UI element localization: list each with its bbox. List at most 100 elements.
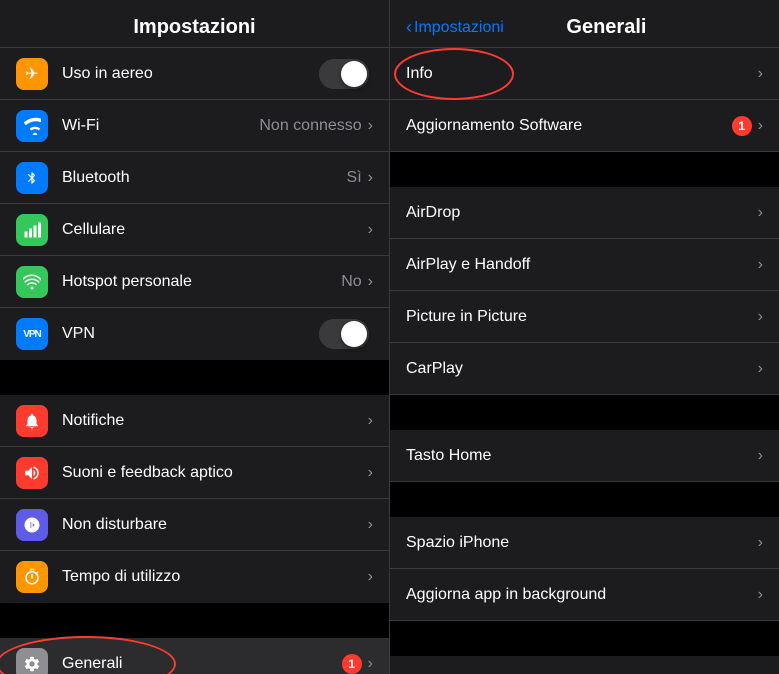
toggle-knob bbox=[341, 61, 367, 87]
right-divider-2 bbox=[390, 395, 779, 430]
wifi-label: Wi-Fi bbox=[62, 117, 259, 135]
row-tastohome[interactable]: Tasto Home › bbox=[390, 430, 779, 482]
row-data-ora[interactable]: Data e ora › bbox=[390, 656, 779, 674]
back-button[interactable]: ‹ Impostazioni bbox=[406, 17, 504, 38]
row-airdrop[interactable]: AirDrop › bbox=[390, 187, 779, 239]
nondisturbare-label: Non disturbare bbox=[62, 516, 368, 534]
aggiorna-bg-chevron: › bbox=[758, 586, 763, 604]
notifiche-chevron: › bbox=[368, 412, 373, 430]
notifiche-label: Notifiche bbox=[62, 412, 368, 430]
tempo-chevron: › bbox=[368, 568, 373, 586]
row-carplay[interactable]: CarPlay › bbox=[390, 343, 779, 395]
row-hotspot[interactable]: Hotspot personale No › bbox=[0, 256, 389, 308]
hotspot-value: No bbox=[341, 273, 361, 291]
aggiornamento-label: Aggiornamento Software bbox=[406, 117, 732, 135]
tempo-label: Tempo di utilizzo bbox=[62, 568, 368, 586]
row-airplay[interactable]: AirPlay e Handoff › bbox=[390, 239, 779, 291]
hotspot-label: Hotspot personale bbox=[62, 273, 341, 291]
cellular-chevron: › bbox=[368, 221, 373, 239]
row-tempo[interactable]: Tempo di utilizzo › bbox=[0, 551, 389, 603]
airplane-icon: ✈ bbox=[16, 58, 48, 90]
row-bluetooth[interactable]: Bluetooth Sì › bbox=[0, 152, 389, 204]
right-title: Generali bbox=[566, 16, 646, 39]
bluetooth-icon bbox=[16, 162, 48, 194]
tastohome-chevron: › bbox=[758, 447, 763, 465]
airdrop-chevron: › bbox=[758, 204, 763, 222]
notifiche-icon bbox=[16, 405, 48, 437]
tempo-icon bbox=[16, 561, 48, 593]
spazio-chevron: › bbox=[758, 534, 763, 552]
vpn-label: VPN bbox=[62, 325, 319, 343]
divider-2 bbox=[0, 603, 389, 638]
cellular-icon bbox=[16, 214, 48, 246]
hotspot-chevron: › bbox=[368, 273, 373, 291]
row-aggiorna-bg[interactable]: Aggiorna app in background › bbox=[390, 569, 779, 621]
info-chevron: › bbox=[758, 65, 763, 83]
back-label: Impostazioni bbox=[414, 19, 504, 37]
right-divider-4 bbox=[390, 621, 779, 656]
hotspot-icon bbox=[16, 266, 48, 298]
suoni-chevron: › bbox=[368, 464, 373, 482]
aggiorna-bg-label: Aggiorna app in background bbox=[406, 586, 758, 604]
row-aggiornamento[interactable]: Aggiornamento Software 1 › bbox=[390, 100, 779, 152]
bluetooth-label: Bluetooth bbox=[62, 169, 347, 187]
row-nondisturbare[interactable]: Non disturbare › bbox=[0, 499, 389, 551]
pip-label: Picture in Picture bbox=[406, 308, 758, 326]
wifi-icon bbox=[16, 110, 48, 142]
airdrop-label: AirDrop bbox=[406, 204, 758, 222]
right-divider-1 bbox=[390, 152, 779, 187]
airplane-toggle[interactable] bbox=[319, 59, 369, 89]
bluetooth-chevron: › bbox=[368, 169, 373, 187]
nondisturbare-chevron: › bbox=[368, 516, 373, 534]
info-label: Info bbox=[406, 65, 758, 83]
right-header: ‹ Impostazioni Generali bbox=[390, 0, 779, 48]
spazio-label: Spazio iPhone bbox=[406, 534, 758, 552]
right-section-1: Info › Aggiornamento Software 1 › bbox=[390, 48, 779, 152]
row-notifiche[interactable]: Notifiche › bbox=[0, 395, 389, 447]
vpn-toggle[interactable] bbox=[319, 319, 369, 349]
settings-list: ✈ Uso in aereo Wi-Fi Non connesso › Blue… bbox=[0, 48, 389, 674]
row-spazio[interactable]: Spazio iPhone › bbox=[390, 517, 779, 569]
carplay-chevron: › bbox=[758, 360, 763, 378]
vpn-toggle-knob bbox=[341, 321, 367, 347]
generali-icon bbox=[16, 648, 48, 674]
right-section-3: Tasto Home › bbox=[390, 430, 779, 482]
carplay-label: CarPlay bbox=[406, 360, 758, 378]
row-info[interactable]: Info › bbox=[390, 48, 779, 100]
suoni-label: Suoni e feedback aptico bbox=[62, 464, 368, 482]
wifi-chevron: › bbox=[368, 117, 373, 135]
divider-1 bbox=[0, 360, 389, 395]
section-generali: Generali 1 › Centro di Controllo › bbox=[0, 638, 389, 674]
right-settings-list: Info › Aggiornamento Software 1 › AirDro… bbox=[390, 48, 779, 674]
generali-chevron: › bbox=[368, 655, 373, 673]
left-panel: Impostazioni ✈ Uso in aereo Wi-Fi Non co… bbox=[0, 0, 389, 674]
back-chevron-icon: ‹ bbox=[406, 17, 412, 38]
row-vpn[interactable]: VPN VPN bbox=[0, 308, 389, 360]
vpn-icon: VPN bbox=[16, 318, 48, 350]
right-panel: ‹ Impostazioni Generali Info › Aggiornam… bbox=[389, 0, 779, 674]
pip-chevron: › bbox=[758, 308, 763, 326]
section-connectivity: ✈ Uso in aereo Wi-Fi Non connesso › Blue… bbox=[0, 48, 389, 360]
airplane-label: Uso in aereo bbox=[62, 65, 319, 83]
bluetooth-value: Sì bbox=[347, 169, 362, 187]
nondisturbare-icon bbox=[16, 509, 48, 541]
right-section-5: Data e ora › bbox=[390, 656, 779, 674]
row-pip[interactable]: Picture in Picture › bbox=[390, 291, 779, 343]
wifi-value: Non connesso bbox=[259, 117, 361, 135]
aggiornamento-chevron: › bbox=[758, 117, 763, 135]
left-header: Impostazioni bbox=[0, 0, 389, 48]
row-suoni[interactable]: Suoni e feedback aptico › bbox=[0, 447, 389, 499]
aggiornamento-badge: 1 bbox=[732, 116, 752, 136]
row-generali[interactable]: Generali 1 › bbox=[0, 638, 389, 674]
right-section-2: AirDrop › AirPlay e Handoff › Picture in… bbox=[390, 187, 779, 395]
row-airplane[interactable]: ✈ Uso in aereo bbox=[0, 48, 389, 100]
suoni-icon bbox=[16, 457, 48, 489]
row-wifi[interactable]: Wi-Fi Non connesso › bbox=[0, 100, 389, 152]
airplay-label: AirPlay e Handoff bbox=[406, 256, 758, 274]
row-cellular[interactable]: Cellulare › bbox=[0, 204, 389, 256]
generali-label: Generali bbox=[62, 655, 342, 673]
section-notifications: Notifiche › Suoni e feedback aptico › No… bbox=[0, 395, 389, 603]
cellular-label: Cellulare bbox=[62, 221, 368, 239]
generali-badge: 1 bbox=[342, 654, 362, 674]
right-divider-3 bbox=[390, 482, 779, 517]
